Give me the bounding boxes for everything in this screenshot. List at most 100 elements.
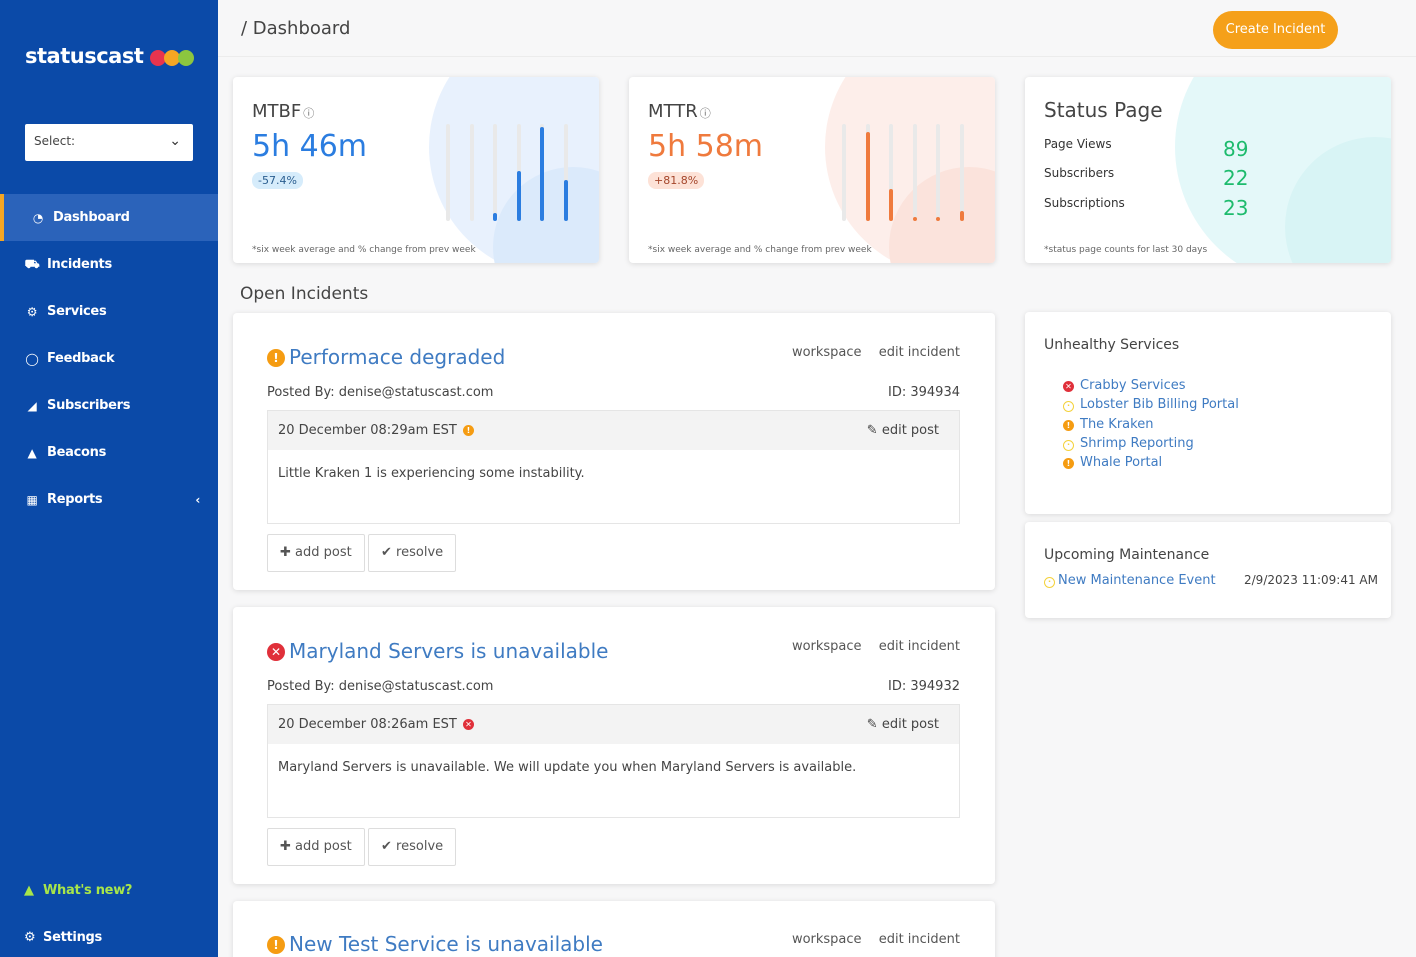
- help-icon[interactable]: ⓘ: [303, 107, 314, 120]
- mttr-change-badge: +81.8%: [648, 172, 705, 189]
- unhealthy-services-card: Unhealthy Services ✕ Crabby Services · Lob…: [1025, 312, 1391, 514]
- sparkbar: [865, 131, 870, 221]
- bell-icon: ▲: [27, 445, 37, 460]
- sidebar-item-label: Subscribers: [47, 398, 131, 413]
- add-post-button[interactable]: ✚ add post: [267, 534, 365, 572]
- edit-incident-link[interactable]: edit incident: [879, 932, 960, 947]
- unhealthy-service-link[interactable]: ! The Kraken: [1063, 417, 1153, 432]
- mtbf-value: 5h 46m: [252, 129, 368, 164]
- sidebar-item-reports[interactable]: ▦ Reports ‹: [0, 476, 218, 523]
- settings-label: Settings: [43, 930, 102, 945]
- incident-title-text: Performace degraded: [289, 345, 506, 369]
- whats-new-link[interactable]: ▲ What's new?: [24, 883, 132, 898]
- whats-new-label: What's new?: [43, 883, 133, 898]
- workspace-link[interactable]: workspace: [792, 639, 862, 654]
- check-icon: ✔: [381, 545, 392, 560]
- edit-post-link[interactable]: ✎ edit post: [867, 423, 939, 438]
- error-icon: ✕: [267, 643, 285, 661]
- warning-icon: !: [463, 425, 474, 436]
- sparkbar: [493, 213, 497, 221]
- maintenance-date: 2/9/2023 11:09:41 AM: [1244, 573, 1378, 587]
- open-incidents-title: Open Incidents: [240, 284, 369, 304]
- cogs-icon: ⚙: [26, 304, 38, 319]
- edit-post-link[interactable]: ✎ edit post: [867, 717, 939, 732]
- plus-icon: ✚: [280, 545, 291, 560]
- maintenance-event-name: New Maintenance Event: [1058, 573, 1216, 588]
- subscribers-value: 22: [1223, 166, 1249, 190]
- mtbf-title: MTBF ⓘ: [252, 101, 314, 122]
- mtbf-sparkbars: [446, 121, 571, 221]
- chevron-down-icon: ⌄: [169, 133, 181, 149]
- workspace-link[interactable]: workspace: [792, 345, 862, 360]
- sparkbar-track: [469, 124, 474, 221]
- subscriptions-label: Subscriptions: [1044, 196, 1125, 210]
- resolve-label: resolve: [396, 545, 444, 560]
- mttr-card: MTTR ⓘ 5h 58m +81.8% *six week average an…: [629, 77, 995, 263]
- edit-incident-link[interactable]: edit incident: [879, 639, 960, 654]
- sparkbar: [936, 217, 940, 221]
- post-body: Little Kraken 1 is experiencing some ins…: [278, 466, 585, 481]
- sidebar-nav: ◔ Dashboard ⛟ Incidents ⚙ Services ◯ Fee…: [0, 194, 218, 523]
- incident-title[interactable]: ! Performace degraded: [267, 345, 505, 369]
- status-page-footnote: *status page counts for last 30 days: [1044, 245, 1208, 255]
- sidebar-item-feedback[interactable]: ◯ Feedback: [0, 335, 218, 382]
- resolve-button[interactable]: ✔ resolve: [368, 534, 457, 572]
- sidebar-item-incidents[interactable]: ⛟ Incidents: [0, 241, 218, 288]
- post-header: 20 December 08:26am EST ✕ ✎ edit post: [268, 705, 959, 744]
- unhealthy-service-link[interactable]: ✕ Crabby Services: [1063, 378, 1186, 393]
- sidebar: statuscast Select: ⌄ ◔ Dashboard ⛟ Incid…: [0, 0, 218, 957]
- edit-incident-link[interactable]: edit incident: [879, 345, 960, 360]
- sidebar-item-dashboard[interactable]: ◔ Dashboard: [0, 194, 218, 241]
- upcoming-maintenance-card: Upcoming Maintenance · New Maintenance Ev…: [1025, 522, 1391, 618]
- sidebar-item-beacons[interactable]: ▲ Beacons: [0, 429, 218, 476]
- subscribers-label: Subscribers: [1044, 166, 1115, 180]
- service-name: Crabby Services: [1080, 378, 1186, 393]
- truck-icon: ⛟: [24, 256, 40, 271]
- workspace-select-label: Select:: [34, 134, 76, 148]
- unhealthy-service-link[interactable]: ! Whale Portal: [1063, 455, 1162, 470]
- incident-title[interactable]: ! New Test Service is unavailable: [267, 932, 603, 956]
- workspace-link[interactable]: workspace: [792, 932, 862, 947]
- sparkbar-track: [936, 124, 940, 221]
- grid-icon: ▦: [26, 492, 38, 507]
- statuscast-logo[interactable]: statuscast: [25, 44, 144, 68]
- settings-link[interactable]: ⚙ Settings: [24, 930, 102, 945]
- check-icon: ✔: [381, 839, 392, 854]
- sparkbar: [540, 126, 544, 221]
- clock-icon: ·: [1063, 440, 1074, 451]
- bell-icon: ▲: [24, 883, 34, 898]
- maintenance-event-link[interactable]: · New Maintenance Event: [1044, 573, 1216, 588]
- resolve-button[interactable]: ✔ resolve: [368, 828, 457, 866]
- service-name: Lobster Bib Billing Portal: [1080, 397, 1239, 412]
- clock-icon: ·: [1044, 577, 1055, 588]
- top-header: / Dashboard Create Incident: [218, 0, 1416, 57]
- sparkbar: [516, 170, 521, 221]
- incident-links: workspace edit incident: [779, 639, 960, 654]
- sidebar-item-label: Reports: [47, 492, 103, 507]
- incident-title[interactable]: ✕ Maryland Servers is unavailable: [267, 639, 608, 663]
- mttr-sparkbars: [842, 121, 967, 221]
- unhealthy-service-link[interactable]: · Shrimp Reporting: [1063, 436, 1194, 451]
- posted-by: Posted By: denise@statuscast.com: [267, 385, 494, 400]
- create-incident-button[interactable]: Create Incident: [1213, 11, 1338, 49]
- page-views-value: 89: [1223, 137, 1249, 161]
- incident-id: ID: 394932: [888, 679, 960, 694]
- sidebar-item-services[interactable]: ⚙ Services: [0, 288, 218, 335]
- workspace-select[interactable]: Select: ⌄: [25, 124, 193, 161]
- help-icon[interactable]: ⓘ: [700, 107, 711, 120]
- incident-post: 20 December 08:29am EST ! ✎ edit post Li…: [267, 410, 960, 524]
- error-icon: ✕: [1063, 381, 1074, 392]
- unhealthy-service-link[interactable]: · Lobster Bib Billing Portal: [1063, 397, 1239, 412]
- mttr-title-text: MTTR: [648, 101, 698, 122]
- sidebar-item-label: Incidents: [47, 257, 112, 272]
- sparkbar-track: [912, 124, 917, 221]
- add-post-button[interactable]: ✚ add post: [267, 828, 365, 866]
- sparkbar: [912, 217, 917, 221]
- warning-icon: !: [267, 936, 285, 954]
- sidebar-item-subscribers[interactable]: ◢ Subscribers: [0, 382, 218, 429]
- incident-id: ID: 394934: [888, 385, 960, 400]
- logo-dots-icon: [150, 50, 196, 66]
- breadcrumb: / Dashboard: [241, 18, 351, 39]
- sparkbar-track: [842, 124, 846, 221]
- error-icon: ✕: [463, 719, 474, 730]
